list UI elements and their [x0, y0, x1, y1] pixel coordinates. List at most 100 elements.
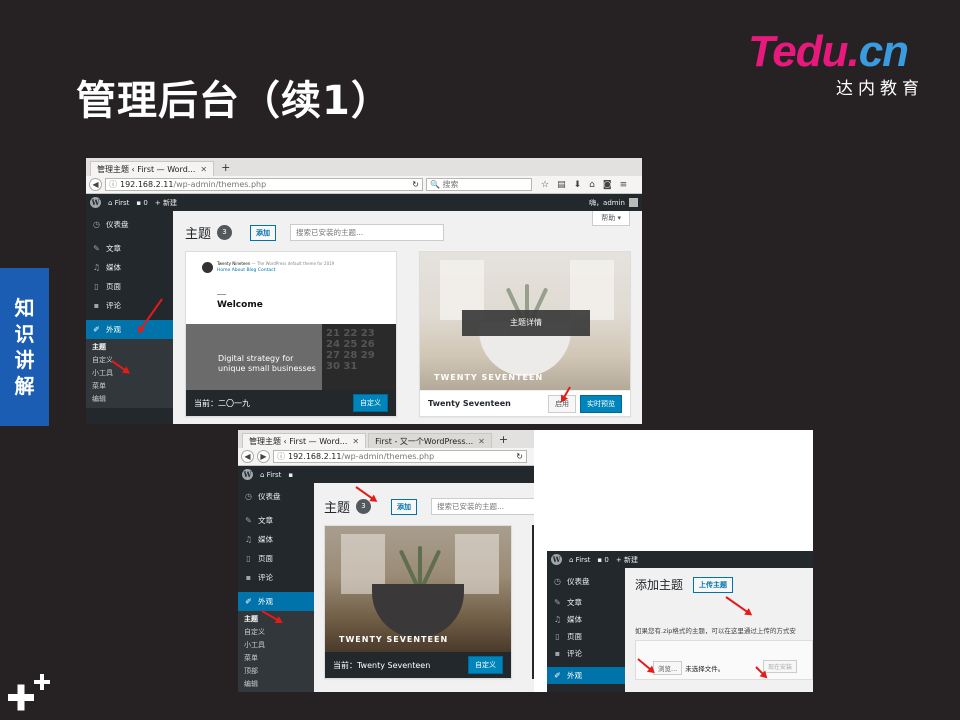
site-name[interactable]: ⌂ First	[108, 199, 129, 207]
comments-icon[interactable]: ▪	[288, 471, 293, 479]
star-icon[interactable]: ☆	[541, 180, 549, 190]
side-tab-char: 讲	[14, 348, 35, 372]
submenu-item-menus[interactable]: 菜单	[238, 652, 314, 665]
theme-card-twenty-nineteen[interactable]: Twenty Nineteen — The WordPress default …	[185, 251, 397, 417]
browser-tab[interactable]: 管理主题 ‹ First — Word... ✕	[242, 433, 367, 448]
browser-tab[interactable]: First - 又一个WordPress... ✕	[368, 433, 492, 448]
themes-main: 帮助 ▾ 主题 3 添加 搜索已安装的主题... Twenty Nineteen…	[173, 211, 642, 424]
menu-item-posts[interactable]: ✎ 文章	[238, 511, 314, 530]
submenu-item-customize[interactable]: 自定义	[238, 626, 314, 639]
menu-item-appearance[interactable]: ✐ 外观	[238, 592, 314, 611]
browse-button[interactable]: 浏览...	[653, 661, 683, 675]
upload-hint: 如果您有.zip格式的主题，可以在这里通过上传的方式安	[635, 627, 796, 635]
comments-link[interactable]: ▪ 0	[136, 199, 147, 207]
screenshot-themes-page: 管理主题 ‹ First — Word... ✕ + ◀ ⓘ 192.168.2.1…	[86, 158, 642, 424]
no-file-label: 未选择文件。	[685, 665, 725, 673]
add-theme-button[interactable]: 添加	[391, 498, 418, 515]
page-icon: ▯	[555, 632, 560, 641]
side-tab: 知 识 讲 解	[0, 268, 49, 426]
download-icon[interactable]: ⬇	[574, 180, 582, 190]
back-icon[interactable]: ◀	[89, 178, 102, 191]
menu-item-posts[interactable]: ✎ 文章	[86, 239, 173, 258]
theme-search-input[interactable]: 搜索已安装的主题...	[431, 498, 534, 515]
forward-icon[interactable]: ▶	[257, 450, 270, 463]
side-tab-char: 解	[14, 374, 35, 398]
comment-icon: ▪	[93, 301, 100, 310]
menu-item-posts[interactable]: ✎ 文章	[547, 594, 625, 611]
wordpress-icon[interactable]: W	[242, 469, 253, 480]
logo-subtitle: 达内教育	[836, 79, 924, 99]
brush-icon: ✐	[554, 671, 561, 680]
active-theme-label: 当前：二〇一九	[194, 398, 250, 408]
wordpress-icon[interactable]: W	[90, 197, 101, 208]
menu-item-comments[interactable]: ▪ 评论	[238, 568, 314, 587]
customize-button[interactable]: 自定义	[353, 394, 388, 412]
upload-theme-button[interactable]: 上传主题	[693, 576, 734, 593]
install-now-button[interactable]: 现在安装	[763, 660, 798, 673]
new-tab-icon[interactable]: +	[494, 433, 513, 448]
menu-item-pages[interactable]: ▯ 页面	[547, 628, 625, 645]
add-theme-button[interactable]: 添加	[250, 224, 277, 241]
menu-item-comments[interactable]: ▪ 评论	[547, 645, 625, 662]
theme-count-badge: 3	[217, 225, 233, 240]
menu-item-dashboard[interactable]: ◷ 仪表盘	[547, 572, 625, 591]
url-input[interactable]: ⓘ 192.168.2.11/wp-admin/themes.php ↻	[105, 178, 423, 191]
new-link[interactable]: + 新建	[616, 555, 638, 565]
pin-icon: ✎	[245, 516, 252, 525]
pin-icon: ✎	[554, 598, 561, 607]
submenu-item-editor[interactable]: 编辑	[86, 393, 173, 406]
theme-card-twenty-seventeen[interactable]: TWENTY SEVENTEEN 主题详情 Twenty Seventeen 启…	[419, 251, 631, 417]
home-icon[interactable]: ⌂	[589, 180, 595, 190]
submenu-item-customize[interactable]: 自定义	[86, 354, 173, 367]
back-icon[interactable]: ◀	[241, 450, 254, 463]
theme-search-input[interactable]: 搜索已安装的主题...	[290, 224, 445, 241]
media-icon: ♫	[92, 263, 101, 272]
menu-item-appearance[interactable]: ✐ 外观	[547, 667, 625, 684]
reload-icon[interactable]: ↻	[516, 452, 523, 461]
browser-tab[interactable]: 管理主题 ‹ First — Word... ✕	[90, 161, 215, 176]
menu-item-pages[interactable]: ▯ 页面	[238, 549, 314, 568]
submenu-item-widgets[interactable]: 小工具	[238, 639, 314, 652]
close-icon[interactable]: ✕	[352, 437, 359, 446]
page-title: 主题	[324, 501, 351, 516]
live-preview-button[interactable]: 实时预览	[580, 394, 622, 413]
reader-icon[interactable]: ▤	[557, 180, 566, 190]
close-icon[interactable]: ✕	[478, 437, 485, 446]
dashboard-icon: ◷	[245, 492, 252, 501]
theme-details-button[interactable]: 主题详情	[462, 310, 590, 336]
browser-toolbar: ◀ ⓘ 192.168.2.11/wp-admin/themes.php ↻ 🔍 搜…	[86, 176, 642, 194]
menu-item-media[interactable]: ♫ 媒体	[547, 611, 625, 628]
theme-card-twenty-seventeen[interactable]: TWENTY SEVENTEEN 当前：Twenty Seventeen 自定义	[324, 525, 512, 679]
page-icon: ▯	[94, 282, 99, 291]
menu-item-media[interactable]: ♫ 媒体	[238, 530, 314, 549]
site-name[interactable]: ⌂ First	[260, 471, 281, 479]
new-link[interactable]: + 新建	[155, 198, 177, 208]
submenu-item-menus[interactable]: 菜单	[86, 380, 173, 393]
menu-item-pages[interactable]: ▯ 页面	[86, 277, 173, 296]
comment-icon: ▪	[554, 649, 561, 658]
screenshot-upload-panel: W ⌂ First ▪ 0 + 新建 ◷ 仪表盘 ✎ 文章 ♫ 媒体 ▯ 页面 ▪ 评论 …	[534, 430, 813, 692]
menu-item-appearance[interactable]: ✐ 外观	[86, 320, 173, 339]
search-input[interactable]: 🔍 搜索	[426, 178, 532, 191]
url-input[interactable]: ⓘ 192.168.2.11/wp-admin/themes.php ↻	[273, 450, 527, 463]
customize-button[interactable]: 自定义	[468, 656, 503, 674]
menu-item-dashboard[interactable]: ◷ 仪表盘	[238, 487, 314, 506]
pocket-icon[interactable]: ◙	[603, 180, 612, 190]
menu-item-media[interactable]: ♫ 媒体	[86, 258, 173, 277]
help-button[interactable]: 帮助 ▾	[592, 211, 630, 226]
submenu-item-editor[interactable]: 编辑	[238, 678, 314, 691]
close-icon[interactable]: ✕	[200, 165, 207, 174]
reload-icon[interactable]: ↻	[412, 180, 419, 189]
user-menu[interactable]: 嗨，admin	[589, 198, 638, 208]
comments-link[interactable]: ▪ 0	[597, 556, 608, 564]
admin-menu: ◷ 仪表盘 ✎ 文章 ♫ 媒体 ▯ 页面 ▪ 评论 ✐ 外观 主题 自定义 小工具 菜单 顶…	[238, 483, 314, 692]
new-tab-icon[interactable]: +	[216, 161, 235, 176]
menu-icon[interactable]: ≡	[620, 180, 628, 190]
wordpress-icon[interactable]: W	[551, 554, 562, 565]
submenu-item-themes[interactable]: 主题	[86, 341, 173, 354]
submenu-item-header[interactable]: 顶部	[238, 665, 314, 678]
site-name[interactable]: ⌂ First	[569, 556, 590, 564]
dashboard-icon: ◷	[554, 577, 561, 586]
brush-icon: ✐	[93, 325, 100, 334]
menu-item-dashboard[interactable]: ◷ 仪表盘	[86, 215, 173, 234]
